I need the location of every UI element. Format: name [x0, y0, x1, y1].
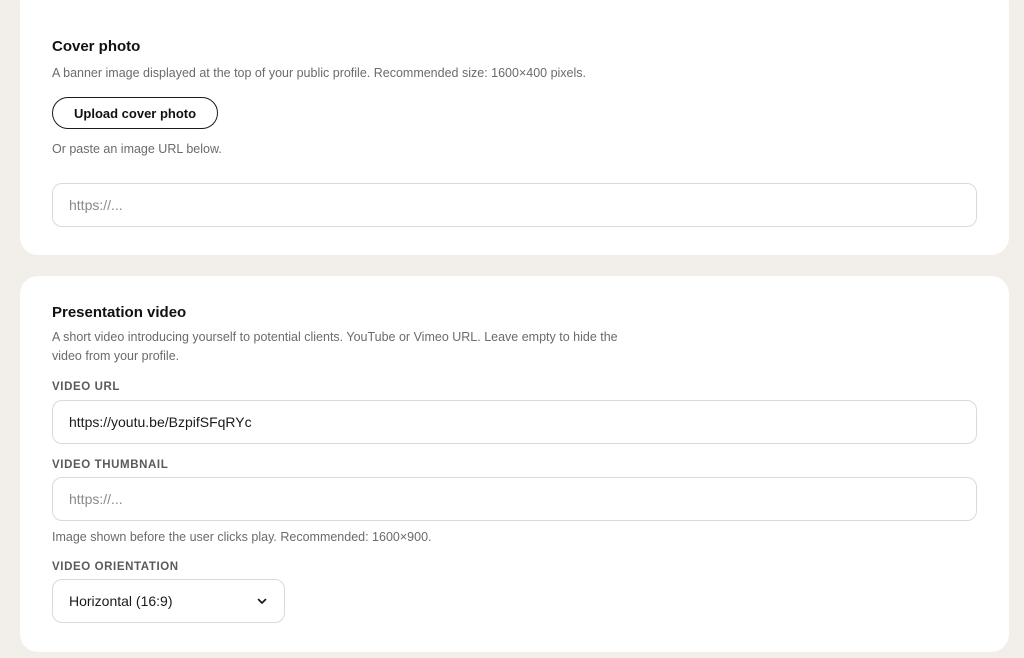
video-thumbnail-label: VIDEO THUMBNAIL	[52, 459, 169, 471]
cover-photo-card: Cover photo A banner image displayed at …	[20, 0, 1009, 255]
cover-photo-url-input[interactable]	[52, 183, 977, 227]
chevron-down-icon	[256, 595, 268, 607]
paste-url-hint: Or paste an image URL below.	[52, 142, 222, 156]
video-url-input[interactable]	[52, 400, 977, 444]
upload-cover-photo-button[interactable]: Upload cover photo	[52, 97, 219, 129]
video-orientation-value: Horizontal (16:9)	[69, 593, 173, 609]
video-url-label: VIDEO URL	[52, 381, 121, 393]
presentation-video-description-line1: A short video introducing yourself to po…	[52, 330, 618, 344]
profile-settings-page: Cover photo A banner image displayed at …	[0, 0, 1024, 658]
video-orientation-label: VIDEO ORIENTATION	[52, 561, 179, 573]
presentation-video-card: Presentation video A short video introdu…	[20, 276, 1009, 652]
cover-photo-description: A banner image displayed at the top of y…	[52, 66, 587, 80]
video-thumbnail-hint: Image shown before the user clicks play.…	[52, 530, 432, 544]
presentation-video-title: Presentation video	[52, 304, 187, 321]
presentation-video-description-line2: video from your profile.	[52, 349, 180, 363]
video-thumbnail-input[interactable]	[52, 477, 977, 521]
video-orientation-select[interactable]: Horizontal (16:9)	[52, 579, 285, 623]
cover-photo-title: Cover photo	[52, 38, 141, 55]
